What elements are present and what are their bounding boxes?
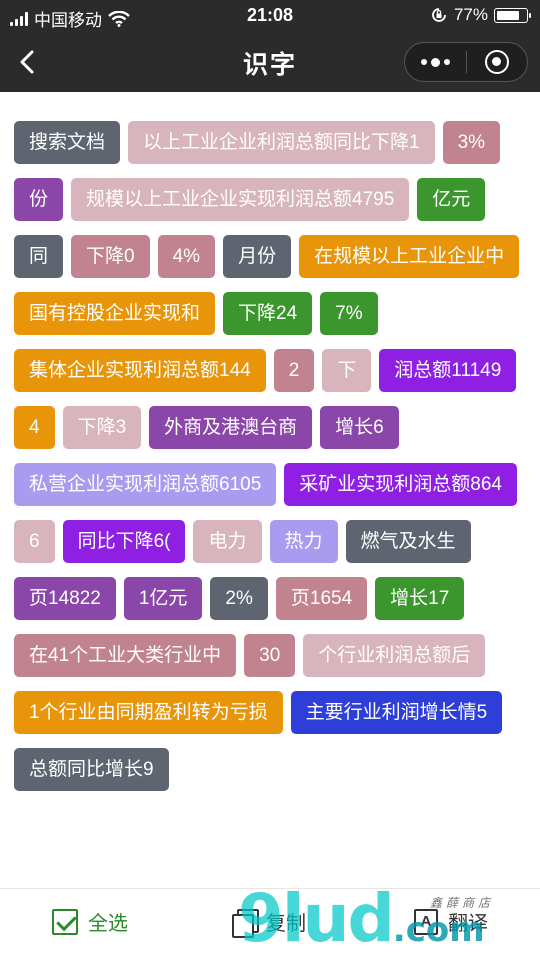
battery-percent: 77%	[453, 5, 488, 24]
word-chip[interactable]: 国有控股企业实现和	[14, 292, 216, 335]
word-chip[interactable]: 6	[14, 520, 55, 563]
word-chip[interactable]: 集体企业实现利润总额144	[14, 349, 266, 392]
word-chip[interactable]: 页14822	[14, 577, 116, 620]
word-chip[interactable]: 亿元	[417, 178, 486, 221]
recognized-text-area: 搜索文档 以上工业企业利润总额同比下降1 3% 份规模以上工业企业实现利润总额4795…	[0, 92, 540, 888]
word-chip[interactable]: 份	[14, 178, 64, 221]
word-chip[interactable]: 30	[244, 634, 296, 677]
word-chip[interactable]: 同比下降6(	[62, 520, 186, 563]
word-chip[interactable]: 4	[14, 406, 55, 449]
word-chip[interactable]: 采矿业实现利润总额864	[284, 463, 517, 506]
watermark-suffix: .com	[392, 910, 485, 950]
word-chip[interactable]: 私营企业实现利润总额6105	[14, 463, 277, 506]
status-right: 77%	[430, 5, 531, 25]
watermark-shop-text: 鑫薛商店	[430, 896, 495, 910]
word-chip[interactable]: 主要行业利润增长情5	[290, 691, 503, 734]
word-chip[interactable]: 页1654	[275, 577, 368, 620]
word-chip[interactable]: 4%	[157, 235, 216, 278]
word-chip[interactable]: 润总额11149	[379, 349, 517, 392]
more-button[interactable]	[405, 43, 466, 81]
word-chip[interactable]: 在规模以上工业企业中	[299, 235, 520, 278]
word-chip[interactable]: 增长17	[375, 577, 465, 620]
word-chip[interactable]: 燃气及水生	[345, 520, 471, 563]
miniprogram-capsule	[404, 42, 528, 82]
select-all-label: 全选	[88, 913, 128, 935]
word-chip[interactable]: 2%	[210, 577, 268, 620]
word-chip[interactable]: 2	[273, 349, 315, 392]
word-chip[interactable]: 下	[322, 349, 372, 392]
word-chip[interactable]: 下降0	[71, 235, 150, 278]
word-chip[interactable]: 规模以上工业企业实现利润总额4795	[71, 178, 410, 221]
word-chip[interactable]: 增长6	[320, 406, 399, 449]
word-chip[interactable]: 以上工业企业利润总额同比下降1	[128, 121, 435, 164]
word-chip[interactable]: 下降24	[223, 292, 313, 335]
battery-icon	[494, 7, 531, 23]
nav-bar: 识字	[0, 32, 540, 92]
word-chip[interactable]: 总额同比增长9	[14, 748, 169, 791]
checkbox-icon	[52, 908, 78, 935]
word-chip[interactable]: 1个行业由同期盈利转为亏损	[14, 691, 283, 734]
word-chip[interactable]: 月份	[223, 235, 292, 278]
word-chip[interactable]: 1亿元	[123, 577, 203, 620]
close-target-icon	[484, 50, 509, 74]
rotation-lock-icon	[432, 8, 446, 22]
word-chip[interactable]: 热力	[269, 520, 338, 563]
close-button[interactable]	[467, 43, 528, 81]
word-chip[interactable]: 同	[14, 235, 64, 278]
word-chip[interactable]: 下降3	[62, 406, 142, 449]
word-chip[interactable]: 在41个工业大类行业中	[14, 634, 237, 677]
more-dots-icon	[420, 57, 450, 67]
battery-level-fill	[497, 10, 519, 20]
word-chip[interactable]: 搜索文档	[14, 121, 121, 164]
word-chip[interactable]: 7%	[320, 292, 378, 335]
select-all-button[interactable]: 全选	[52, 907, 128, 936]
word-chip[interactable]: 3%	[442, 121, 501, 164]
status-bar: 中国移动 21:08 77%	[0, 0, 540, 32]
word-chip[interactable]: 个行业利润总额后	[303, 634, 486, 677]
word-chip-list: 搜索文档 以上工业企业利润总额同比下降1 3% 份规模以上工业企业实现利润总额4795…	[0, 92, 540, 791]
watermark-main: 9lud	[238, 880, 395, 957]
word-chip[interactable]: 外商及港澳台商	[149, 406, 313, 449]
word-chip[interactable]: 电力	[193, 520, 262, 563]
